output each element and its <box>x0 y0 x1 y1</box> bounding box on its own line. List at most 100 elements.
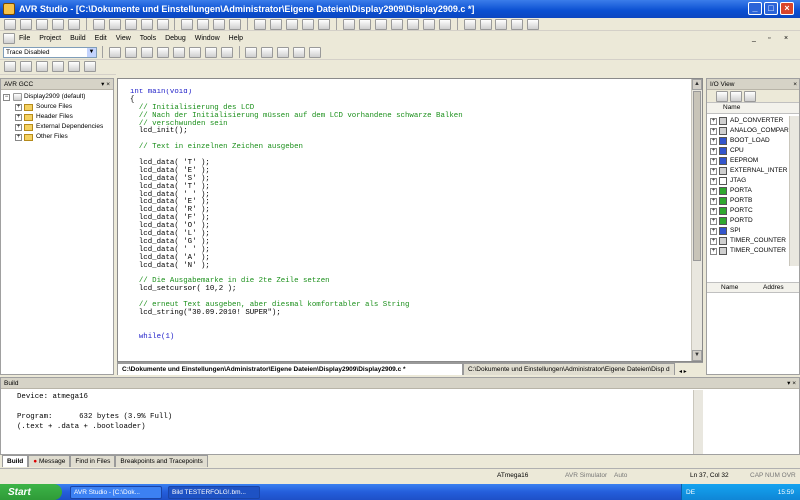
expand-icon[interactable]: + <box>710 157 717 165</box>
trace-icon-10[interactable] <box>261 46 274 58</box>
minimize-button[interactable]: _ <box>748 2 762 15</box>
tool-icon-4[interactable] <box>51 61 64 72</box>
io-view-icon[interactable] <box>511 18 524 30</box>
open-file-icon[interactable] <box>19 18 32 30</box>
trace-icon-5[interactable] <box>172 46 185 58</box>
chevron-down-icon[interactable]: ▼ <box>87 47 96 57</box>
io-item[interactable]: + TIMER_COUNTER <box>707 246 790 256</box>
new-file-icon[interactable] <box>4 18 16 30</box>
reset-icon[interactable] <box>374 18 387 30</box>
io-item[interactable]: + ANALOG_COMPAR <box>707 126 790 136</box>
trace-select[interactable]: Trace Disabled ▼ <box>3 46 97 58</box>
watch-icon[interactable] <box>463 18 476 30</box>
expand-icon[interactable]: + <box>710 217 717 225</box>
maximize-button[interactable]: □ <box>764 2 778 15</box>
expand-icon[interactable]: + <box>710 177 717 185</box>
register-icon[interactable] <box>495 18 508 30</box>
step-into-icon[interactable] <box>390 18 403 30</box>
io-filter-icon[interactable] <box>716 90 728 102</box>
redo-icon[interactable] <box>156 18 169 30</box>
expand-icon[interactable]: + <box>710 237 717 245</box>
mdi-minimize-button[interactable]: _ <box>752 35 756 42</box>
expand-icon[interactable]: + <box>710 227 717 235</box>
trace-icon-3[interactable] <box>140 46 153 58</box>
trace-icon-7[interactable] <box>204 46 217 58</box>
tool-icon-2[interactable] <box>19 61 32 72</box>
panel-close-icon[interactable]: × <box>793 81 797 88</box>
run-to-cursor-icon[interactable] <box>438 18 451 30</box>
memory-icon[interactable] <box>479 18 492 30</box>
io-item[interactable]: + PORTC <box>707 206 790 216</box>
io-details-col-name[interactable]: Name <box>707 283 763 292</box>
cut-icon[interactable] <box>92 18 105 30</box>
tab-display2909[interactable]: C:\Dokumente und Einstellungen\Administr… <box>117 363 463 375</box>
menu-window[interactable]: Window <box>195 35 220 42</box>
panel-close-icon[interactable]: ▾ × <box>101 80 110 88</box>
tool-icon-3[interactable] <box>35 61 48 72</box>
close-button[interactable]: × <box>780 2 794 15</box>
tab-second-file[interactable]: C:\Dokumente und Einstellungen\Administr… <box>463 363 675 375</box>
tree-root[interactable]: − Display2909 (default) <box>3 92 111 102</box>
io-item[interactable]: + TIMER_COUNTER <box>707 236 790 246</box>
find-icon[interactable] <box>181 18 194 30</box>
tab-build[interactable]: Build <box>2 455 29 467</box>
bookmark-next-icon[interactable] <box>213 18 226 30</box>
mdi-close-button[interactable]: × <box>784 35 788 42</box>
save-icon[interactable] <box>35 18 48 30</box>
editor-scroll-thumb[interactable] <box>693 91 701 261</box>
menu-edit[interactable]: Edit <box>95 35 107 42</box>
io-item[interactable]: + SPI <box>707 226 790 236</box>
trace-icon-1[interactable] <box>108 46 121 58</box>
expand-icon[interactable]: + <box>710 207 717 215</box>
rebuild-icon[interactable] <box>270 18 283 30</box>
io-item[interactable]: + JTAG <box>707 176 790 186</box>
tab-breakpoints[interactable]: Breakpoints and Tracepoints <box>115 455 208 467</box>
menu-debug[interactable]: Debug <box>165 35 186 42</box>
undo-icon[interactable] <box>140 18 153 30</box>
menu-project[interactable]: Project <box>39 35 61 42</box>
scroll-down-icon[interactable]: ▼ <box>692 350 702 361</box>
expand-icon[interactable]: + <box>710 137 717 145</box>
trace-icon-11[interactable] <box>277 46 290 58</box>
code-editor[interactable]: int main(void){ // Initialisierung des L… <box>117 78 703 362</box>
tree-item-header-files[interactable]: + Header Files <box>3 112 111 122</box>
io-column-header[interactable]: Name <box>707 103 799 114</box>
io-item[interactable]: + AD_CONVERTER <box>707 116 790 126</box>
io-item[interactable]: + CPU <box>707 146 790 156</box>
step-over-icon[interactable] <box>406 18 419 30</box>
editor-vscroll[interactable]: ▲ ▼ <box>691 79 702 361</box>
menu-tools[interactable]: Tools <box>140 35 156 42</box>
io-tree-icon[interactable] <box>730 90 742 102</box>
expand-icon[interactable]: + <box>710 167 717 175</box>
task-avr-studio[interactable]: AVR Studio - [C:\Dok... <box>70 486 162 499</box>
expand-icon[interactable]: + <box>710 127 717 135</box>
expand-icon[interactable]: + <box>710 117 717 125</box>
expand-icon[interactable]: + <box>710 247 717 255</box>
print-icon[interactable] <box>67 18 80 30</box>
io-item[interactable]: + PORTD <box>707 216 790 226</box>
menu-help[interactable]: Help <box>229 35 243 42</box>
tab-scroll-icon[interactable]: ◂ ▸ <box>679 368 687 375</box>
menu-view[interactable]: View <box>116 35 131 42</box>
io-list-icon[interactable] <box>744 90 756 102</box>
build-vscroll[interactable] <box>693 390 703 454</box>
compile-icon[interactable] <box>286 18 299 30</box>
trace-icon-8[interactable] <box>220 46 233 58</box>
io-vscroll[interactable] <box>789 116 799 266</box>
bookmark-prev-icon[interactable] <box>229 18 242 30</box>
debug-start-icon[interactable] <box>302 18 315 30</box>
trace-icon-9[interactable] <box>245 46 258 58</box>
run-icon[interactable] <box>342 18 355 30</box>
build-icon[interactable] <box>254 18 267 30</box>
copy-icon[interactable] <box>108 18 121 30</box>
expand-icon[interactable]: + <box>710 187 717 195</box>
tool-icon-1[interactable] <box>4 61 16 72</box>
disassembler-icon[interactable] <box>527 18 540 30</box>
trace-icon-6[interactable] <box>188 46 201 58</box>
start-button[interactable]: Start <box>0 484 62 500</box>
tree-item-source-files[interactable]: + Source Files <box>3 102 111 112</box>
io-item[interactable]: + BOOT_LOAD <box>707 136 790 146</box>
menu-build[interactable]: Build <box>70 35 86 42</box>
tool-icon-6[interactable] <box>83 61 96 72</box>
tree-item-external-dependencies[interactable]: + External Dependencies <box>3 122 111 132</box>
